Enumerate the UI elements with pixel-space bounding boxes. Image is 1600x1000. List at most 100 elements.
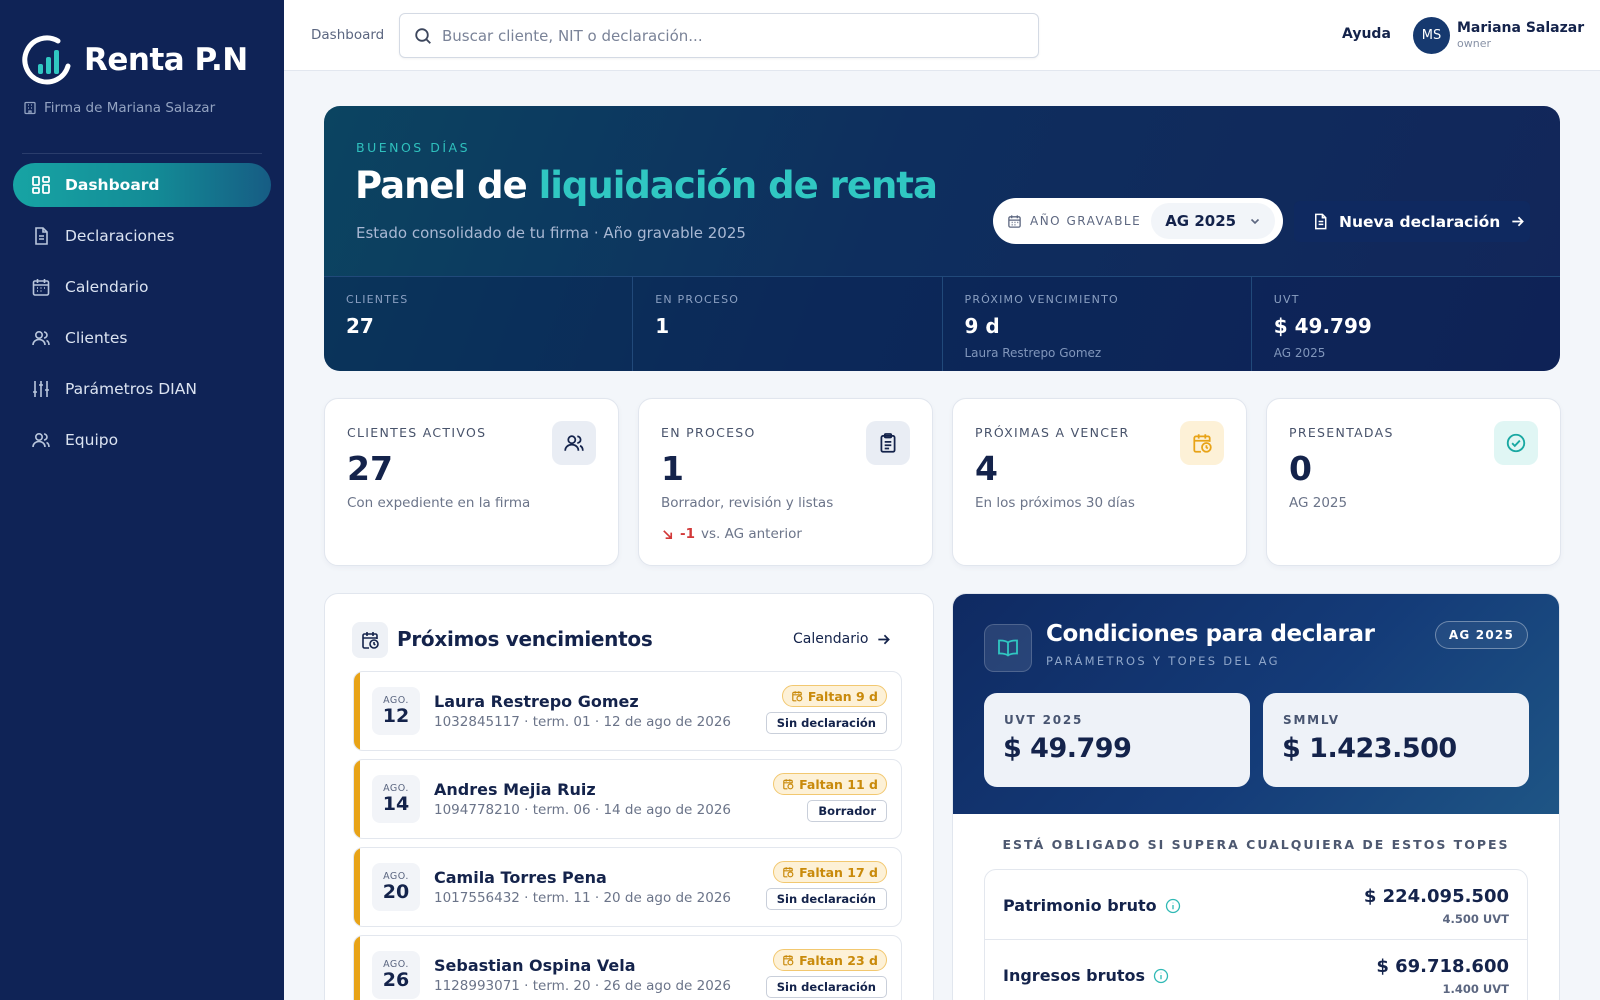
title-prefix: Panel de: [355, 164, 539, 207]
calendar-icon: [31, 277, 51, 297]
new-declaration-label: Nueva declaración: [1339, 212, 1501, 231]
hero-stat-proximo-vencimiento: PRÓXIMO VENCIMIENTO 9 d Laura Restrepo G…: [943, 277, 1252, 371]
due-badge: Faltan 23 d: [773, 949, 887, 971]
kpi-card-presentadas[interactable]: PRESENTADAS 0 AG 2025: [1266, 398, 1561, 566]
kpi-trend-text: vs. AG anterior: [701, 526, 802, 542]
threshold-name-wrap: Patrimonio bruto: [1003, 896, 1181, 915]
document-icon: [31, 226, 51, 246]
client-name: Sebastian Ospina Vela: [434, 956, 636, 975]
kpi-card-en-proceso[interactable]: EN PROCESO 1 Borrador, revisión y listas…: [638, 398, 933, 566]
hero-stat-value: 1: [655, 314, 670, 338]
kpi-value: 27: [347, 449, 393, 488]
info-icon[interactable]: [1165, 898, 1181, 914]
title-accent: liquidación de renta: [538, 164, 938, 207]
search-icon: [414, 27, 432, 45]
tax-year-badge: AG 2025: [1434, 621, 1528, 649]
kpi-value: 1: [661, 449, 684, 488]
sidebar-item-equipo[interactable]: Equipo: [13, 418, 271, 462]
client-name: Andres Mejia Ruiz: [434, 780, 596, 799]
deadline-item[interactable]: AGO. 26 Sebastian Ospina Vela 1128993071…: [353, 935, 902, 1000]
hero-stat-value: $ 49.799: [1273, 314, 1372, 338]
threshold-name: Patrimonio bruto: [1003, 896, 1157, 915]
sidebar-item-clientes[interactable]: Clientes: [13, 316, 271, 360]
panel-title: Próximos vencimientos: [397, 627, 653, 651]
kpi-label: PRÓXIMAS A VENCER: [975, 425, 1130, 440]
kpi-label: PRESENTADAS: [1289, 425, 1394, 440]
client-name: Camila Torres Pena: [434, 868, 607, 887]
arrow-right-icon: [876, 632, 891, 647]
hero-stat-label: EN PROCESO: [655, 293, 740, 306]
search-input[interactable]: [442, 26, 1002, 45]
threshold-row: Patrimonio bruto $ 224.095.500 4.500 UVT: [984, 869, 1528, 940]
conditions-header: Condiciones para declarar PARÁMETROS Y T…: [953, 594, 1559, 814]
due-text: Faltan 11 d: [799, 776, 878, 792]
calendar-clock-icon: [352, 622, 388, 658]
date-day: 14: [382, 793, 410, 815]
tax-year-value: AG 2025: [1165, 212, 1237, 230]
user-name[interactable]: Mariana Salazar: [1457, 20, 1584, 36]
threshold-name-wrap: Ingresos brutos: [1003, 966, 1169, 985]
avatar[interactable]: MS: [1413, 17, 1450, 54]
sidebar-item-declaraciones[interactable]: Declaraciones: [13, 214, 271, 258]
info-icon[interactable]: [1153, 968, 1169, 984]
brand[interactable]: Renta P.N: [22, 34, 248, 86]
status-badge: Sin declaración: [765, 976, 887, 998]
date-badge: AGO. 14: [372, 775, 420, 823]
date-badge: AGO. 20: [372, 863, 420, 911]
deadline-item[interactable]: AGO. 14 Andres Mejia Ruiz 1094778210 · t…: [353, 759, 902, 839]
param-value: $ 49.799: [1003, 733, 1132, 764]
sidebar-item-label: Calendario: [65, 278, 149, 296]
deadline-item[interactable]: AGO. 12 Laura Restrepo Gomez 1032845117 …: [353, 671, 902, 751]
panel-subtitle: PARÁMETROS Y TOPES DEL AG: [1046, 654, 1280, 668]
threshold-value: $ 69.718.600: [1376, 956, 1509, 977]
kpi-label: CLIENTES ACTIVOS: [347, 425, 487, 440]
arrow-right-icon: [1510, 214, 1525, 229]
kpi-trend: -1 vs. AG anterior: [661, 526, 802, 542]
calendar-clock-icon: [791, 690, 803, 702]
date-day: 12: [382, 705, 410, 727]
date-day: 20: [382, 881, 410, 903]
sidebar: Renta P.N Firma de Mariana Salazar Dashb…: [0, 0, 284, 1000]
date-day: 26: [382, 969, 410, 991]
hero-stat-en-proceso: EN PROCESO 1: [633, 277, 943, 371]
kpi-card-proximas-a-vencer[interactable]: PRÓXIMAS A VENCER 4 En los próximos 30 d…: [952, 398, 1247, 566]
kpi-value: 4: [975, 449, 998, 488]
due-badge: Faltan 9 d: [781, 685, 887, 707]
param-card-uvt: UVT 2025 $ 49.799: [984, 693, 1250, 787]
param-card-smmlv: SMMLV $ 1.423.500: [1263, 693, 1529, 787]
deadline-item[interactable]: AGO. 20 Camila Torres Pena 1017556432 · …: [353, 847, 902, 927]
brand-name: Renta P.N: [84, 42, 248, 78]
calendar-link[interactable]: Calendario: [793, 631, 891, 647]
hero-stat-value: 27: [346, 314, 374, 338]
sidebar-nav: Dashboard Declaraciones Calendario Clien…: [13, 163, 271, 469]
threshold-uvt: 1.400 UVT: [1442, 982, 1509, 996]
kpi-value: 0: [1289, 449, 1312, 488]
sidebar-item-parametros-dian[interactable]: Parámetros DIAN: [13, 367, 271, 411]
client-meta: 1032845117 · term. 01 · 12 de ago de 202…: [434, 714, 732, 730]
team-icon: [31, 430, 51, 450]
client-meta: 1017556432 · term. 11 · 20 de ago de 202…: [434, 890, 732, 906]
calendar-clock-icon: [782, 954, 794, 966]
due-badge: Faltan 11 d: [773, 773, 887, 795]
breadcrumb[interactable]: Dashboard: [311, 27, 384, 43]
logo-chart-icon: [22, 34, 72, 86]
kpi-description: Borrador, revisión y listas: [661, 495, 834, 511]
sidebar-item-label: Dashboard: [65, 176, 160, 194]
calendar-link-label: Calendario: [793, 631, 869, 647]
new-declaration-button[interactable]: Nueva declaración: [1294, 201, 1530, 242]
search-box[interactable]: [399, 13, 1039, 58]
client-meta: 1128993071 · term. 20 · 26 de ago de 202…: [434, 978, 732, 994]
sidebar-divider: [22, 153, 262, 154]
hero-stat-label: PRÓXIMO VENCIMIENTO: [964, 293, 1119, 306]
building-icon: [23, 101, 37, 115]
client-name: Laura Restrepo Gomez: [434, 692, 639, 711]
client-meta: 1094778210 · term. 06 · 14 de ago de 202…: [434, 802, 732, 818]
sidebar-item-calendario[interactable]: Calendario: [13, 265, 271, 309]
sidebar-item-label: Declaraciones: [65, 227, 175, 245]
help-link[interactable]: Ayuda: [1342, 26, 1391, 42]
due-badge: Faltan 17 d: [773, 861, 887, 883]
tax-year-dropdown[interactable]: AG 2025: [1151, 203, 1276, 239]
kpi-description: AG 2025: [1289, 495, 1348, 511]
kpi-card-clientes-activos[interactable]: CLIENTES ACTIVOS 27 Con expediente en la…: [324, 398, 619, 566]
sidebar-item-dashboard[interactable]: Dashboard: [13, 163, 271, 207]
